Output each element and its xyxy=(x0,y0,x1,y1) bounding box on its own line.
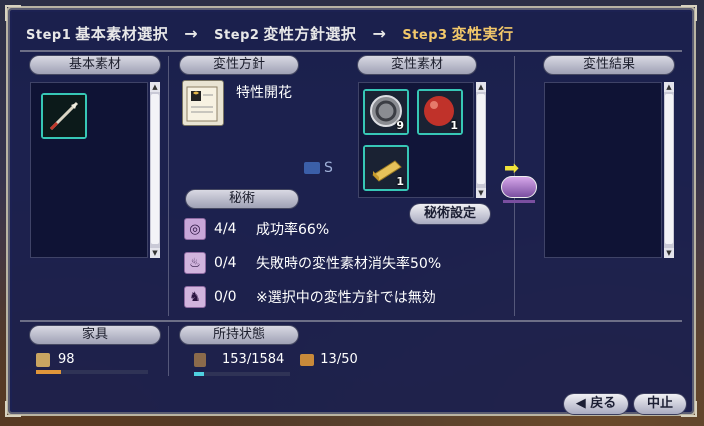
status-title: 所持状態 xyxy=(180,326,298,344)
window-corner xyxy=(5,5,21,21)
slots-value: 13/50 xyxy=(320,352,358,367)
scroll-up-button[interactable]: ▲ xyxy=(476,82,486,92)
furniture-title: 家具 xyxy=(30,326,160,344)
swirl-icon: ◎ xyxy=(184,218,206,240)
material-count: 1 xyxy=(396,175,404,188)
step1-label: Step1 基本素材選択 xyxy=(26,24,169,43)
spear-icon xyxy=(43,95,85,137)
stop-button[interactable]: 中止 xyxy=(634,394,686,414)
column-divider xyxy=(168,326,169,376)
scroll-thumb[interactable] xyxy=(151,94,159,244)
base-material-panel xyxy=(30,82,148,258)
status-stats: 153/1584 13/50 xyxy=(194,352,358,367)
result-panel xyxy=(544,82,662,258)
result-scrollbar[interactable]: ▲ ▼ xyxy=(664,82,674,258)
scroll-down-button[interactable]: ▼ xyxy=(476,188,486,198)
base-material-slot[interactable] xyxy=(41,93,87,139)
weight-value: 153/1584 xyxy=(222,352,285,367)
material-slot-red-ball[interactable]: 1 xyxy=(417,89,463,135)
hud-icon xyxy=(304,162,320,174)
secret-row-loss: ♨ 0/4 失敗時の変性素材消失率50% xyxy=(184,252,441,274)
scroll-up-button[interactable]: ▲ xyxy=(150,82,160,92)
back-button[interactable]: ◀ 戻る xyxy=(564,394,628,414)
window-corner xyxy=(681,5,697,21)
policy-name: 特性開花 xyxy=(236,85,292,101)
step-arrow: → xyxy=(372,23,387,43)
step-arrow: → xyxy=(184,23,199,43)
material-slot-gold-ingot[interactable]: 1 xyxy=(363,145,409,191)
material-count: 9 xyxy=(396,119,404,132)
result-title: 変性結果 xyxy=(544,56,674,74)
secret-setting-button[interactable]: 秘術設定 xyxy=(410,204,490,224)
policy-title: 変性方針 xyxy=(180,56,298,74)
secret-row-horse: ♞ 0/0 ※選択中の変性方針では無効 xyxy=(184,286,436,308)
step3-label: Step3 変性実行 xyxy=(402,24,514,43)
scroll-thumb[interactable] xyxy=(665,94,673,244)
horse-icon: ♞ xyxy=(184,286,206,308)
scroll-down-button[interactable]: ▼ xyxy=(150,248,160,258)
potion-bar xyxy=(503,200,535,203)
secret-row-success: ◎ 4/4 成功率66% xyxy=(184,218,329,240)
potion-icon xyxy=(501,176,537,198)
transmutation-window: Step1 基本素材選択 → Step2 変性方針選択 → Step3 変性実行 基本… xyxy=(5,5,697,417)
bag-icon xyxy=(194,352,206,367)
window-corner xyxy=(5,401,21,417)
step2-label: Step2 変性方針選択 xyxy=(214,24,357,43)
furniture-icon xyxy=(36,352,50,367)
base-material-title: 基本素材 xyxy=(30,56,160,74)
status-bar xyxy=(194,372,290,376)
hud-fragment: S xyxy=(304,160,333,176)
flame-icon: ♨ xyxy=(184,252,206,274)
scroll-thumb[interactable] xyxy=(477,94,485,184)
chest-icon xyxy=(300,353,315,366)
step-header: Step1 基本素材選択 → Step2 変性方針選択 → Step3 変性実行 xyxy=(26,20,514,46)
materials-title: 変性素材 xyxy=(358,56,476,74)
column-divider xyxy=(168,56,169,316)
furniture-bar xyxy=(36,370,148,374)
material-count: 1 xyxy=(450,119,458,132)
back-icon: ◀ xyxy=(575,396,586,411)
scroll-up-button[interactable]: ▲ xyxy=(664,82,674,92)
materials-panel: 9 1 1 xyxy=(358,82,474,198)
material-slot-coin[interactable]: 9 xyxy=(363,89,409,135)
materials-scrollbar[interactable]: ▲ ▼ xyxy=(476,82,486,198)
base-material-scrollbar[interactable]: ▲ ▼ xyxy=(150,82,160,258)
section-divider xyxy=(20,320,682,322)
policy-book-icon[interactable] xyxy=(182,80,224,126)
furniture-value: 98 xyxy=(58,352,75,367)
furniture-stat: 98 xyxy=(36,352,75,367)
scroll-down-button[interactable]: ▼ xyxy=(664,248,674,258)
header-divider xyxy=(20,50,682,52)
secret-title: 秘術 xyxy=(186,190,298,208)
